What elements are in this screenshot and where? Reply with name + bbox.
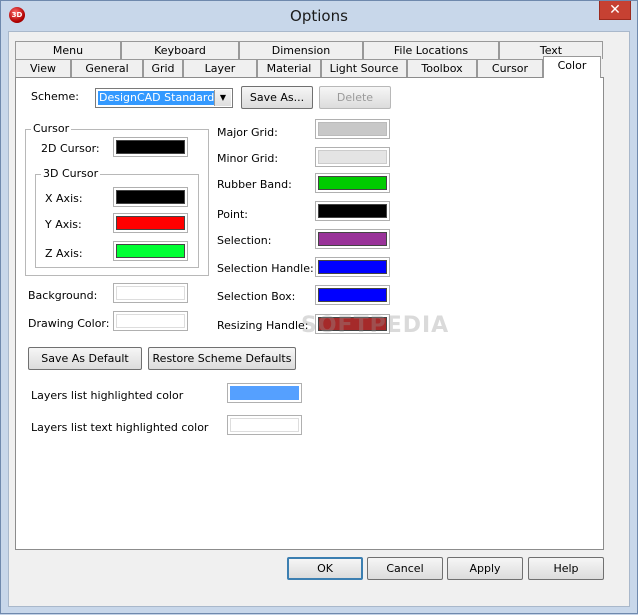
options-window: 3D Options ✕ Menu Keyboard Dimension Fil… <box>0 0 638 614</box>
major-grid-color-fill <box>318 122 387 136</box>
point-color-swatch[interactable] <box>315 201 390 221</box>
point-color-fill <box>318 204 387 218</box>
layers-highlight-color-swatch[interactable] <box>227 383 302 403</box>
cursor-2d-label: 2D Cursor: <box>41 142 100 155</box>
point-label: Point: <box>217 208 249 221</box>
selection-handle-color-swatch[interactable] <box>315 257 390 277</box>
minor-grid-label: Minor Grid: <box>217 152 279 165</box>
layers-highlight-label: Layers list highlighted color <box>31 389 184 402</box>
layers-highlight-color-fill <box>230 386 299 400</box>
selection-box-color-swatch[interactable] <box>315 285 390 305</box>
layers-text-highlight-label: Layers list text highlighted color <box>31 421 209 434</box>
major-grid-label: Major Grid: <box>217 126 278 139</box>
softpedia-watermark: SOFTPEDIA <box>301 313 450 338</box>
drawing-color-label: Drawing Color: <box>28 317 110 330</box>
cursor-2d-color-fill <box>116 140 185 154</box>
drawing-color-swatch[interactable] <box>113 311 188 331</box>
save-as-default-button[interactable]: Save As Default <box>28 347 142 370</box>
selection-handle-label: Selection Handle: <box>217 262 314 275</box>
rubber-band-color-swatch[interactable] <box>315 173 390 193</box>
rubber-band-color-fill <box>318 176 387 190</box>
rubber-band-label: Rubber Band: <box>217 178 292 191</box>
x-axis-color-fill <box>116 190 185 204</box>
selection-box-color-fill <box>318 288 387 302</box>
selection-label: Selection: <box>217 234 272 247</box>
selection-color-swatch[interactable] <box>315 229 390 249</box>
selection-box-label: Selection Box: <box>217 290 296 303</box>
scheme-dropdown-value: DesignCAD Standard (W <box>98 91 215 105</box>
cursor-group-title: Cursor <box>31 122 72 135</box>
background-color-swatch[interactable] <box>113 283 188 303</box>
drawing-color-fill <box>116 314 185 328</box>
minor-grid-color-fill <box>318 150 387 164</box>
layers-text-highlight-color-swatch[interactable] <box>227 415 302 435</box>
cancel-button[interactable]: Cancel <box>367 557 443 580</box>
ok-button[interactable]: OK <box>287 557 363 580</box>
y-axis-color-swatch[interactable] <box>113 213 188 233</box>
scheme-label: Scheme: <box>31 90 79 103</box>
minor-grid-color-swatch[interactable] <box>315 147 390 167</box>
chevron-down-icon[interactable]: ▼ <box>214 90 231 106</box>
z-axis-color-fill <box>116 244 185 258</box>
help-button[interactable]: Help <box>528 557 604 580</box>
cursor-2d-color-swatch[interactable] <box>113 137 188 157</box>
major-grid-color-swatch[interactable] <box>315 119 390 139</box>
scheme-dropdown[interactable]: DesignCAD Standard (W ▼ <box>95 88 233 108</box>
save-as-button[interactable]: Save As... <box>241 86 313 109</box>
apply-button[interactable]: Apply <box>447 557 523 580</box>
z-axis-label: Z Axis: <box>45 247 83 260</box>
selection-color-fill <box>318 232 387 246</box>
y-axis-label: Y Axis: <box>45 218 82 231</box>
panel-content: Scheme: DesignCAD Standard (W ▼ Save As.… <box>1 1 638 615</box>
resizing-handle-label: Resizing Handle: <box>217 319 309 332</box>
layers-text-highlight-color-fill <box>230 418 299 432</box>
restore-scheme-defaults-button[interactable]: Restore Scheme Defaults <box>148 347 296 370</box>
background-label: Background: <box>28 289 98 302</box>
x-axis-color-swatch[interactable] <box>113 187 188 207</box>
cursor-3d-group-title: 3D Cursor <box>41 167 101 180</box>
y-axis-color-fill <box>116 216 185 230</box>
background-color-fill <box>116 286 185 300</box>
selection-handle-color-fill <box>318 260 387 274</box>
delete-button[interactable]: Delete <box>319 86 391 109</box>
z-axis-color-swatch[interactable] <box>113 241 188 261</box>
x-axis-label: X Axis: <box>45 192 83 205</box>
